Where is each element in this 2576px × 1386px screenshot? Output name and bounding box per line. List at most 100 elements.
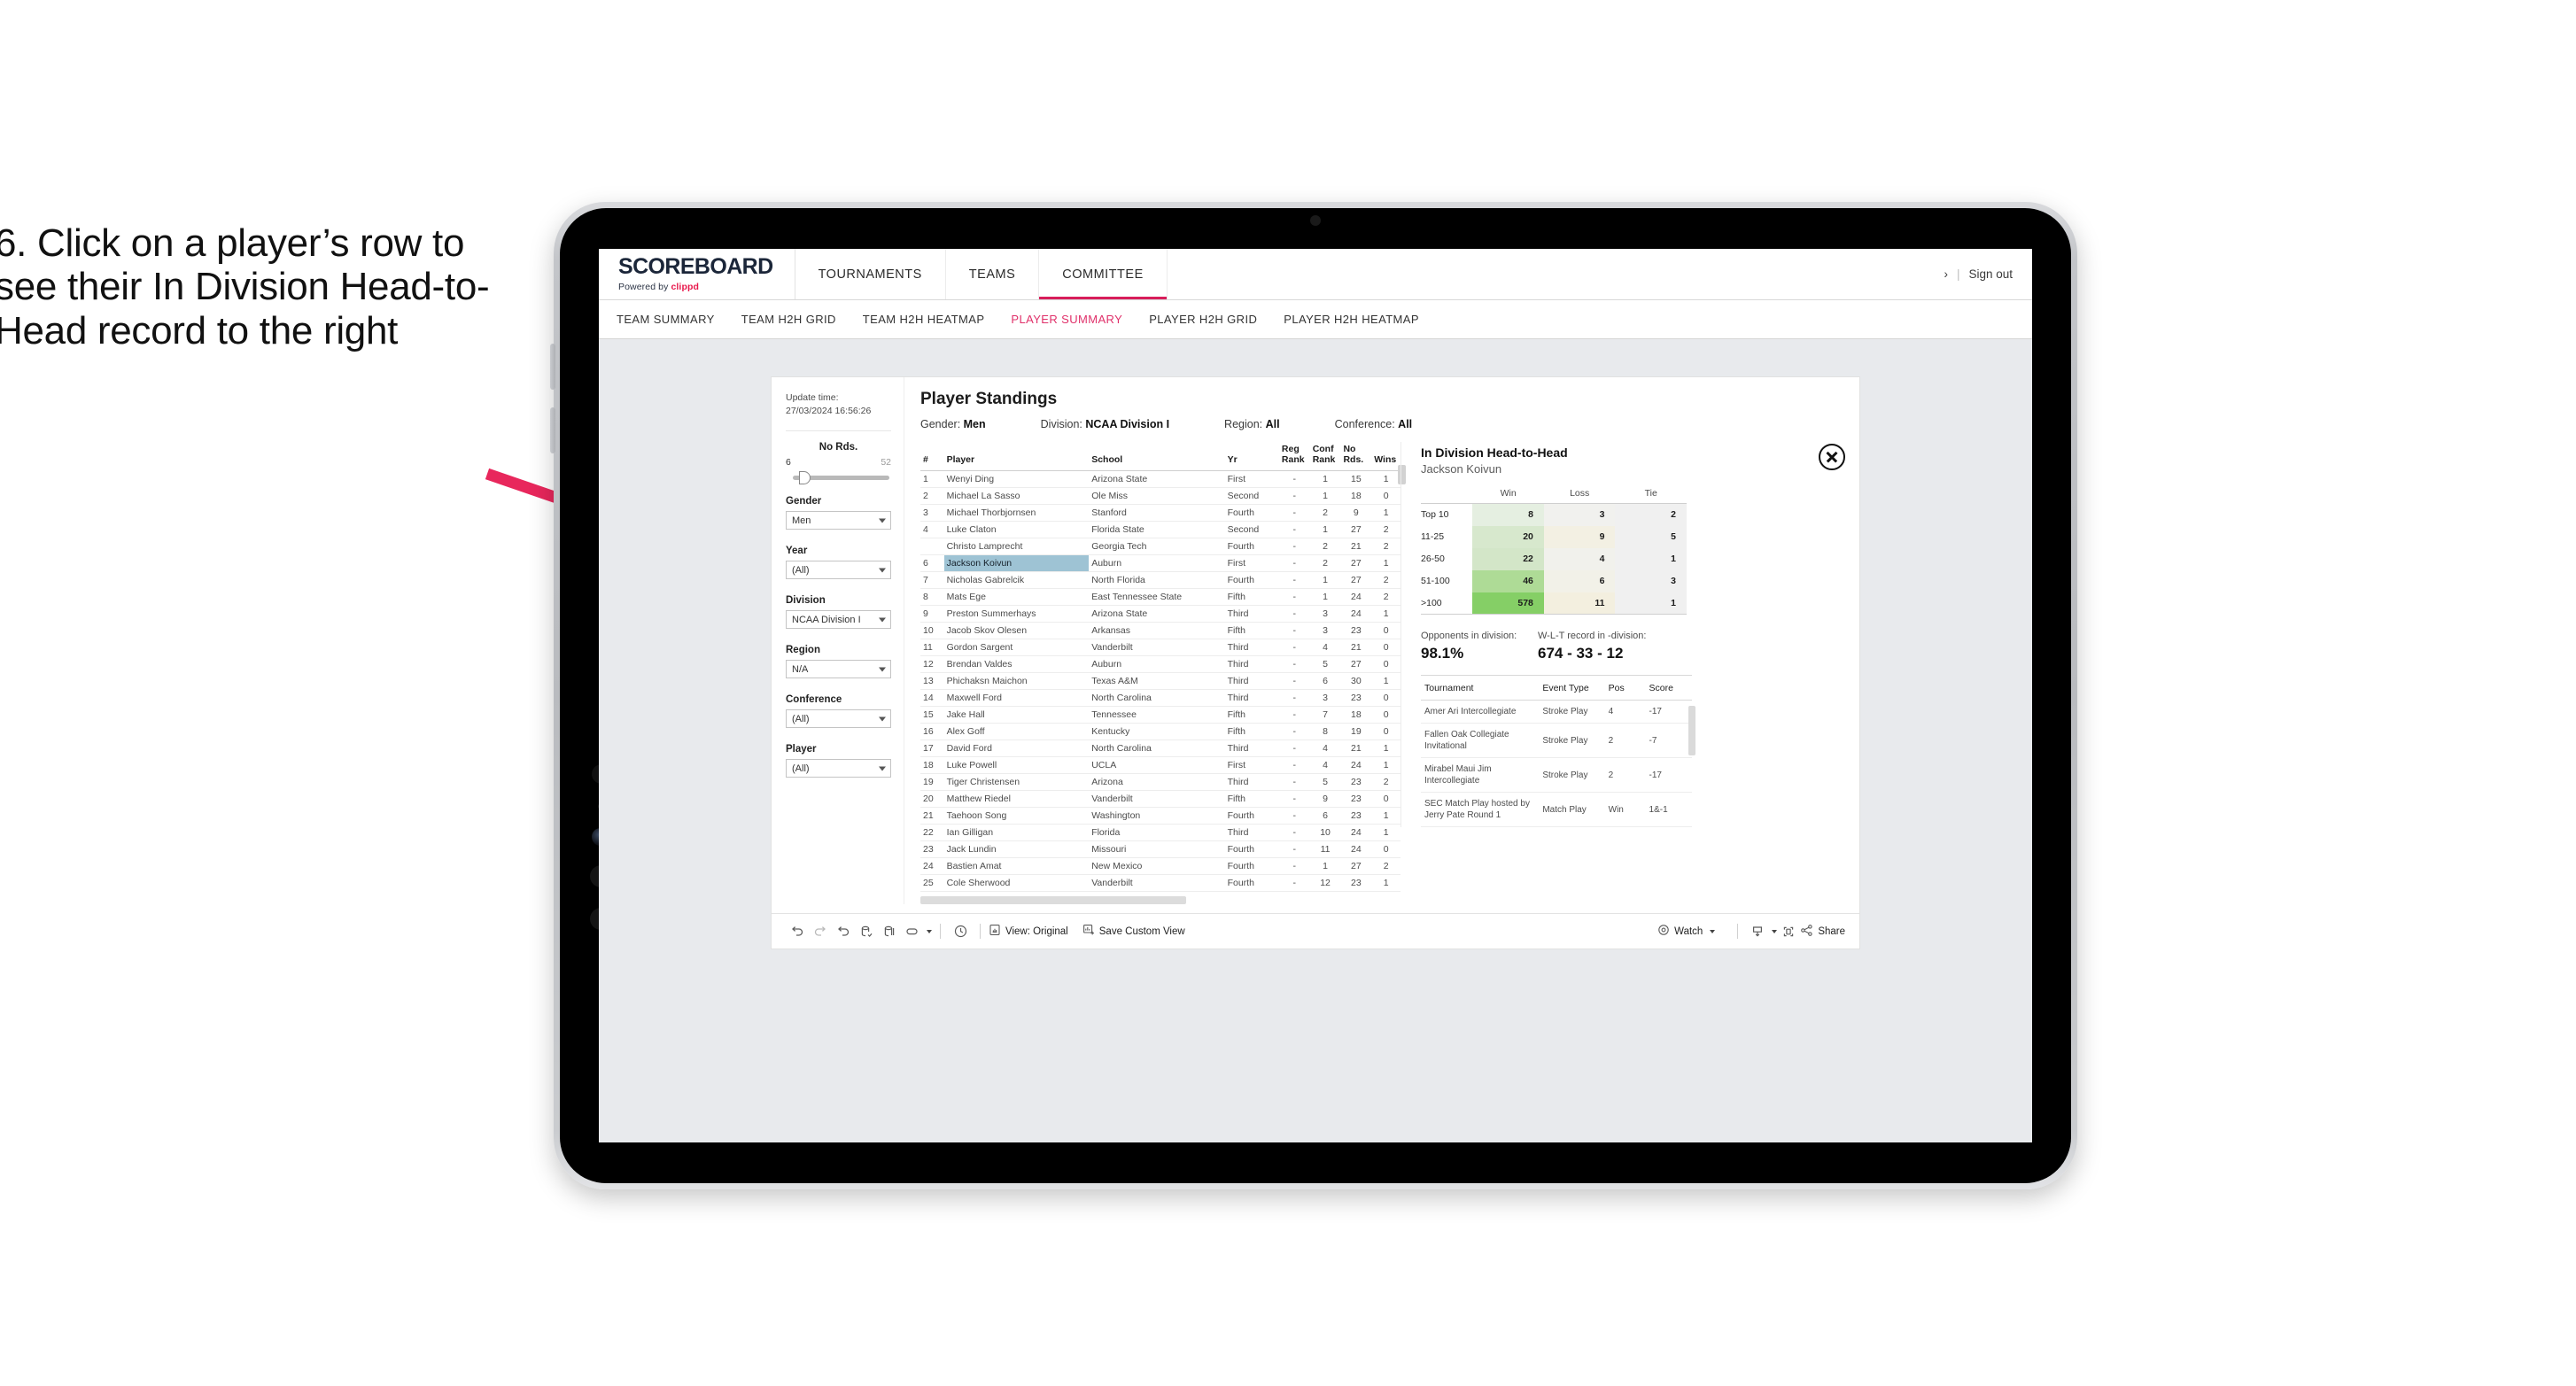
table-row[interactable]: 12 Brendan Valdes Auburn Third -5 27 0 [920,655,1401,674]
table-row[interactable]: 14 Maxwell Ford North Carolina Third -3 23 0 [920,689,1401,708]
table-row[interactable]: Christo Lamprecht Georgia Tech Fourth -2 21 2 [920,538,1401,556]
primary-nav: TOURNAMENTS TEAMS COMMITTEE [795,249,1168,299]
heatmap-row[interactable]: Top 10 8 3 2 [1421,503,1687,526]
no-rounds-slider[interactable] [793,471,889,485]
download-icon[interactable] [1746,920,1769,943]
table-row[interactable]: 19 Tiger Christensen Arizona Third -5 23 2 [920,773,1401,792]
col-score[interactable]: Score [1645,676,1692,701]
cell-wins: 0 [1371,790,1401,809]
device-layout-icon[interactable] [901,920,924,943]
cell-player: Jacob Skov Olesen [943,622,1090,640]
tab-team-h2h-heatmap[interactable]: TEAM H2H HEATMAP [863,313,985,326]
table-row[interactable]: 20 Matthew Riedel Vanderbilt Fifth -9 23 0 [920,790,1401,809]
fullscreen-icon[interactable] [1777,920,1800,943]
volume-up-button[interactable] [550,344,555,390]
table-row[interactable]: 17 David Ford North Carolina Third -4 21 1 [920,739,1401,758]
table-row[interactable]: 9 Preston Summerhays Arizona State Third -3 2… [920,605,1401,623]
heatmap-row[interactable]: 51-100 46 6 3 [1421,569,1687,592]
scoreboard-logo[interactable]: SCOREBOARD Powered by clippd [599,249,795,299]
heatmap-row[interactable]: >100 578 11 1 [1421,592,1687,615]
cell-rank: 10 [920,622,944,640]
col-school[interactable]: School [1089,442,1225,472]
table-horizontal-scrollbar[interactable] [920,896,1186,905]
chevron-down-icon [879,518,886,523]
undo-icon[interactable] [786,920,809,943]
table-row[interactable]: 7 Nicholas Gabrelcik North Florida Fourth -1… [920,571,1401,590]
col-pos[interactable]: Pos [1604,676,1646,701]
tab-team-h2h-grid[interactable]: TEAM H2H GRID [741,313,836,326]
share-button[interactable]: Share [1800,924,1845,940]
heatmap-row[interactable]: 26-50 22 4 1 [1421,547,1687,570]
filter-select-player[interactable]: (All) [786,759,891,778]
table-row[interactable]: 3 Michael Thorbjornsen Stanford Fourth -2 9 1 [920,504,1401,523]
tournament-row[interactable]: SEC Match Play hosted by Jerry Pate Roun… [1421,792,1692,827]
volume-down-button[interactable] [550,407,555,453]
table-row[interactable]: 8 Mats Ege East Tennessee State Fifth -1 24 2 [920,588,1401,607]
table-row[interactable]: 24 Bastien Amat New Mexico Fourth -1 27 2 [920,857,1401,876]
filter-select-year[interactable]: (All) [786,561,891,580]
nav-item-committee[interactable]: COMMITTEE [1039,249,1168,299]
col-reg-rank[interactable]: Reg Rank [1278,442,1310,472]
table-row[interactable]: 2 Michael La Sasso Ole Miss Second -1 18 0 [920,487,1401,506]
col-rank[interactable]: # [920,442,944,472]
history-clock-icon[interactable] [949,920,972,943]
table-row[interactable]: 1 Wenyi Ding Arizona State First -1 15 1 [920,470,1401,489]
player-rows: 1 Wenyi Ding Arizona State First -1 15 1 2 Micha… [920,470,1401,893]
device-layout-caret-icon[interactable] [927,929,932,933]
table-row[interactable]: 21 Taehoon Song Washington Fourth -6 23 1 [920,807,1401,825]
redo-icon[interactable] [809,920,832,943]
nav-item-tournaments[interactable]: TOURNAMENTS [795,249,946,299]
table-row[interactable]: 11 Gordon Sargent Vanderbilt Third -4 21 0 [920,639,1401,657]
col-event-type[interactable]: Event Type [1539,676,1605,701]
user-chevron-icon[interactable]: › [1944,267,1948,281]
tournament-scrollbar[interactable] [1688,706,1695,755]
table-row[interactable]: 4 Luke Claton Florida State Second -1 27 2 [920,521,1401,539]
cell-event-type: Match Play [1539,792,1605,827]
col-conf-rank[interactable]: Conf Rank [1309,442,1341,472]
tab-player-h2h-grid[interactable]: PLAYER H2H GRID [1149,313,1257,326]
table-row[interactable]: 18 Luke Powell UCLA First -4 24 1 [920,756,1401,775]
filter-select-gender[interactable]: Men [786,511,891,530]
table-row[interactable]: 25 Cole Sherwood Vanderbilt Fourth -12 23 1 [920,874,1401,893]
col-no-rounds[interactable]: No Rds. [1340,442,1372,472]
watch-button[interactable]: Watch [1657,924,1716,939]
table-row[interactable]: 23 Jack Lundin Missouri Fourth -11 24 0 [920,840,1401,859]
tab-player-summary[interactable]: PLAYER SUMMARY [1011,313,1122,326]
table-row[interactable]: 22 Ian Gilligan Florida Third -10 24 1 [920,824,1401,842]
filter-select-division[interactable]: NCAA Division I [786,610,891,630]
table-row[interactable]: 10 Jacob Skov Olesen Arkansas Fifth -3 23 0 [920,622,1401,640]
save-view-icon [1082,924,1095,939]
heatmap-row[interactable]: 11-25 20 9 5 [1421,525,1687,548]
table-row[interactable]: 6 Jackson Koivun Auburn First -2 27 1 [920,554,1401,573]
nav-item-teams[interactable]: TEAMS [946,249,1040,299]
no-rounds-slider-thumb[interactable] [798,471,811,485]
tournament-row[interactable]: Mirabel Maui Jim Intercollegiate Stroke P… [1421,757,1692,793]
revert-icon[interactable] [832,920,855,943]
col-player[interactable]: Player [943,442,1090,472]
table-row[interactable]: 16 Alex Goff Kentucky Fifth -8 19 0 [920,723,1401,741]
tab-team-summary[interactable]: TEAM SUMMARY [617,313,715,326]
save-custom-view-button[interactable]: Save Custom View [1082,924,1185,939]
col-wins[interactable]: Wins [1371,442,1401,472]
pause-auto-update-icon[interactable] [878,920,901,943]
cell-player: Alex Goff [943,723,1090,741]
table-row[interactable]: 15 Jake Hall Tennessee Fifth -7 18 0 [920,706,1401,724]
cell-rank: 14 [920,689,944,708]
close-circle-icon[interactable] [1819,444,1845,470]
table-row[interactable]: 13 Phichaksn Maichon Texas A&M Third -6 30 1 [920,672,1401,691]
col-year[interactable]: Yr [1224,442,1279,472]
screenshot-root: 6. Click on a player’s row to see their … [0,0,2576,1386]
filter-select-conference[interactable]: (All) [786,709,891,729]
col-tournament[interactable]: Tournament [1421,676,1540,701]
filter-label-conference: Conference [786,694,842,706]
cell-no-rounds: 23 [1340,807,1372,825]
view-original-button[interactable]: View: Original [989,924,1068,939]
refresh-data-icon[interactable] [855,920,878,943]
cell-year: Fourth [1224,857,1279,876]
tournament-row[interactable]: Amer Ari Intercollegiate Stroke Play 4 -17 [1421,700,1692,724]
cell-player: Cole Sherwood [943,874,1090,893]
tab-player-h2h-heatmap[interactable]: PLAYER H2H HEATMAP [1284,313,1419,326]
tournament-row[interactable]: Fallen Oak Collegiate Invitational Stroke… [1421,723,1692,758]
filter-select-region[interactable]: N/A [786,660,891,679]
sign-out-link[interactable]: Sign out [1968,267,2013,281]
